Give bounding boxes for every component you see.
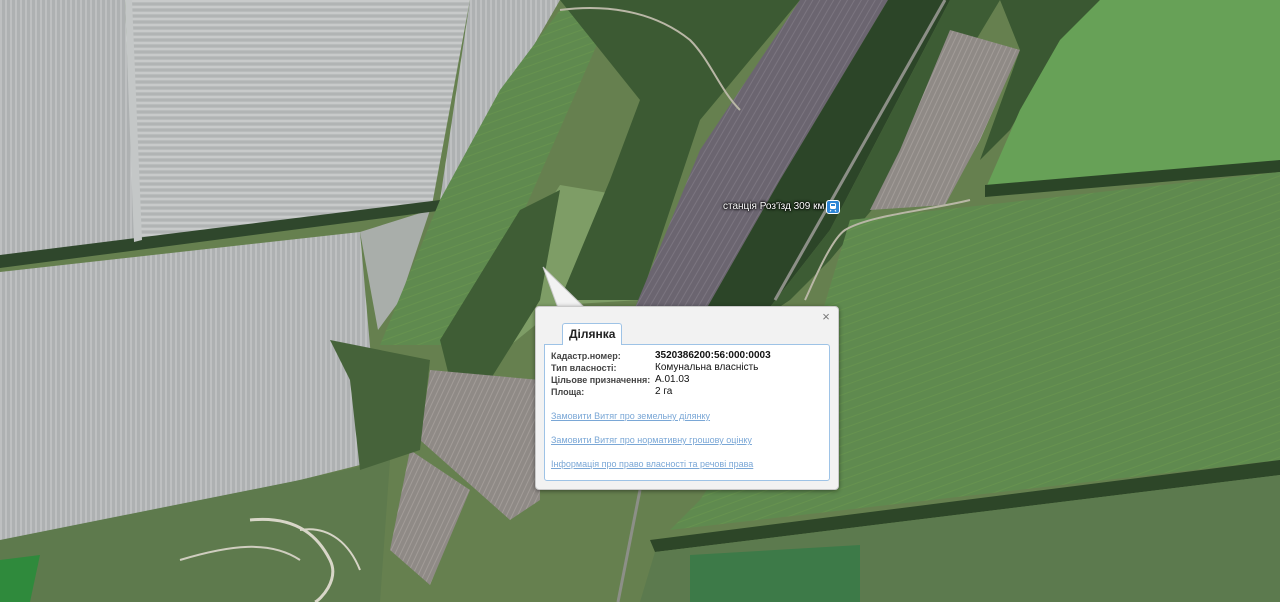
parcel-details: Кадастр.номер: 3520386200:56:000:0003 Ти… — [544, 344, 830, 481]
train-icon — [829, 203, 837, 212]
field-label: Кадастр.номер: — [551, 351, 621, 361]
popup-pointer — [542, 266, 586, 309]
satellite-imagery — [0, 0, 1280, 602]
field-label: Площа: — [551, 387, 585, 397]
order-valuation-extract-link[interactable]: Замовити Витяг про нормативну грошову оц… — [551, 434, 829, 446]
field-ownership-type: Тип власності: Комунальна власність — [551, 362, 829, 374]
field-label: Цільове призначення: — [551, 375, 651, 385]
field-value: Комунальна власність — [655, 362, 759, 373]
action-links: Замовити Витяг про земельну ділянку Замо… — [551, 410, 829, 470]
ownership-info-link[interactable]: Інформація про право власності та речові… — [551, 458, 829, 470]
order-parcel-extract-link[interactable]: Замовити Витяг про земельну ділянку — [551, 410, 829, 422]
field-value: 3520386200:56:000:0003 — [655, 350, 771, 361]
field-value: 2 га — [655, 386, 673, 397]
field-purpose: Цільове призначення: A.01.03 — [551, 374, 829, 386]
field-cadastral-number: Кадастр.номер: 3520386200:56:000:0003 — [551, 350, 829, 362]
satellite-map[interactable]: станція Роз'їзд 309 км × Ділянка Кадастр… — [0, 0, 1280, 602]
station-label[interactable]: станція Роз'їзд 309 км — [723, 201, 824, 212]
field-value: A.01.03 — [655, 374, 690, 385]
parcel-info-popup: × Ділянка Кадастр.номер: 3520386200:56:0… — [535, 306, 839, 490]
field-area: Площа: 2 га — [551, 386, 829, 398]
tab-parcel[interactable]: Ділянка — [562, 323, 623, 345]
train-station-icon[interactable] — [826, 200, 840, 214]
close-popup-button[interactable]: × — [820, 310, 832, 323]
field-label: Тип власності: — [551, 363, 617, 373]
